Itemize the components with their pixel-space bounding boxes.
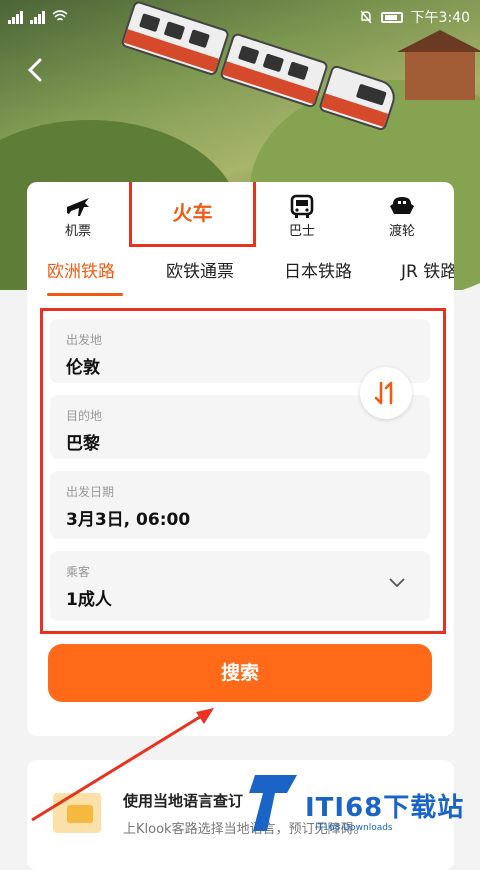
search-button[interactable]: 搜索 [48, 644, 432, 702]
swap-stations-button[interactable] [360, 367, 412, 419]
field-value: 1成人 [66, 590, 112, 610]
chevron-down-icon [389, 578, 405, 588]
mute-icon [360, 10, 372, 24]
signal-icon [8, 8, 24, 24]
watermark-logo: ITI68下载站 IT168 Downloads [245, 765, 475, 845]
signal-indicators [8, 8, 68, 24]
tab-ferry[interactable]: 渡轮 [353, 182, 451, 250]
subtab-europe-rail[interactable]: 欧洲铁路 [47, 257, 115, 282]
wifi-icon [52, 10, 68, 21]
subtab-jr[interactable]: JR 铁路 [401, 257, 454, 282]
active-tab-indicator [47, 293, 123, 296]
status-bar: 下午3:40 [0, 0, 480, 32]
ferry-icon [390, 197, 414, 214]
subtab-eurail-pass[interactable]: 欧铁通票 [166, 257, 234, 282]
signal-icon [30, 8, 46, 24]
tab-flights[interactable]: 机票 [29, 182, 127, 250]
watermark-emblem [249, 775, 297, 831]
search-form: 出发地 伦敦 目的地 巴黎 出发日期 3月3日, 06:00 乘客 1成人 [40, 308, 446, 634]
airplane-icon [67, 198, 89, 216]
tab-train[interactable]: 火车 [129, 182, 256, 247]
tab-bus[interactable]: 巴士 [253, 182, 351, 250]
field-caption: 乘客 [66, 565, 91, 579]
field-value: 巴黎 [66, 434, 100, 454]
subtab-japan-rail[interactable]: 日本铁路 [284, 257, 352, 282]
swap-icon [374, 381, 393, 405]
tab-label: 渡轮 [388, 224, 415, 239]
passengers-field[interactable]: 乘客 1成人 [50, 551, 430, 621]
transport-mode-tabs: 机票 火车 巴士 渡轮 [27, 182, 454, 250]
chevron-left-icon [27, 58, 42, 82]
battery-icon [380, 11, 403, 23]
field-value: 伦敦 [66, 358, 100, 378]
tab-label: 火车 [172, 201, 213, 225]
chalet [397, 30, 480, 100]
booking-card: 机票 火车 巴士 渡轮 欧洲铁路 欧铁通票 日本铁路 JR 铁路 出发地 伦敦 … [27, 182, 454, 736]
field-caption: 出发日期 [66, 485, 115, 499]
promo-image [53, 793, 101, 833]
watermark-subtext: IT168 Downloads [315, 823, 393, 833]
promo-title: 使用当地语言查订 [123, 792, 244, 810]
date-field[interactable]: 出发日期 3月3日, 06:00 [50, 471, 430, 539]
field-caption: 出发地 [66, 333, 103, 347]
back-button[interactable] [22, 54, 50, 86]
tab-label: 巴士 [288, 224, 315, 239]
status-time: 下午3:40 [410, 10, 470, 26]
watermark-text: ITI68下载站 [305, 793, 465, 823]
field-value: 3月3日, 06:00 [66, 510, 191, 530]
bus-icon [290, 194, 314, 218]
rail-subtabs: 欧洲铁路 欧铁通票 日本铁路 JR 铁路 [27, 257, 454, 299]
field-caption: 目的地 [66, 409, 103, 423]
tab-label: 机票 [64, 224, 91, 239]
